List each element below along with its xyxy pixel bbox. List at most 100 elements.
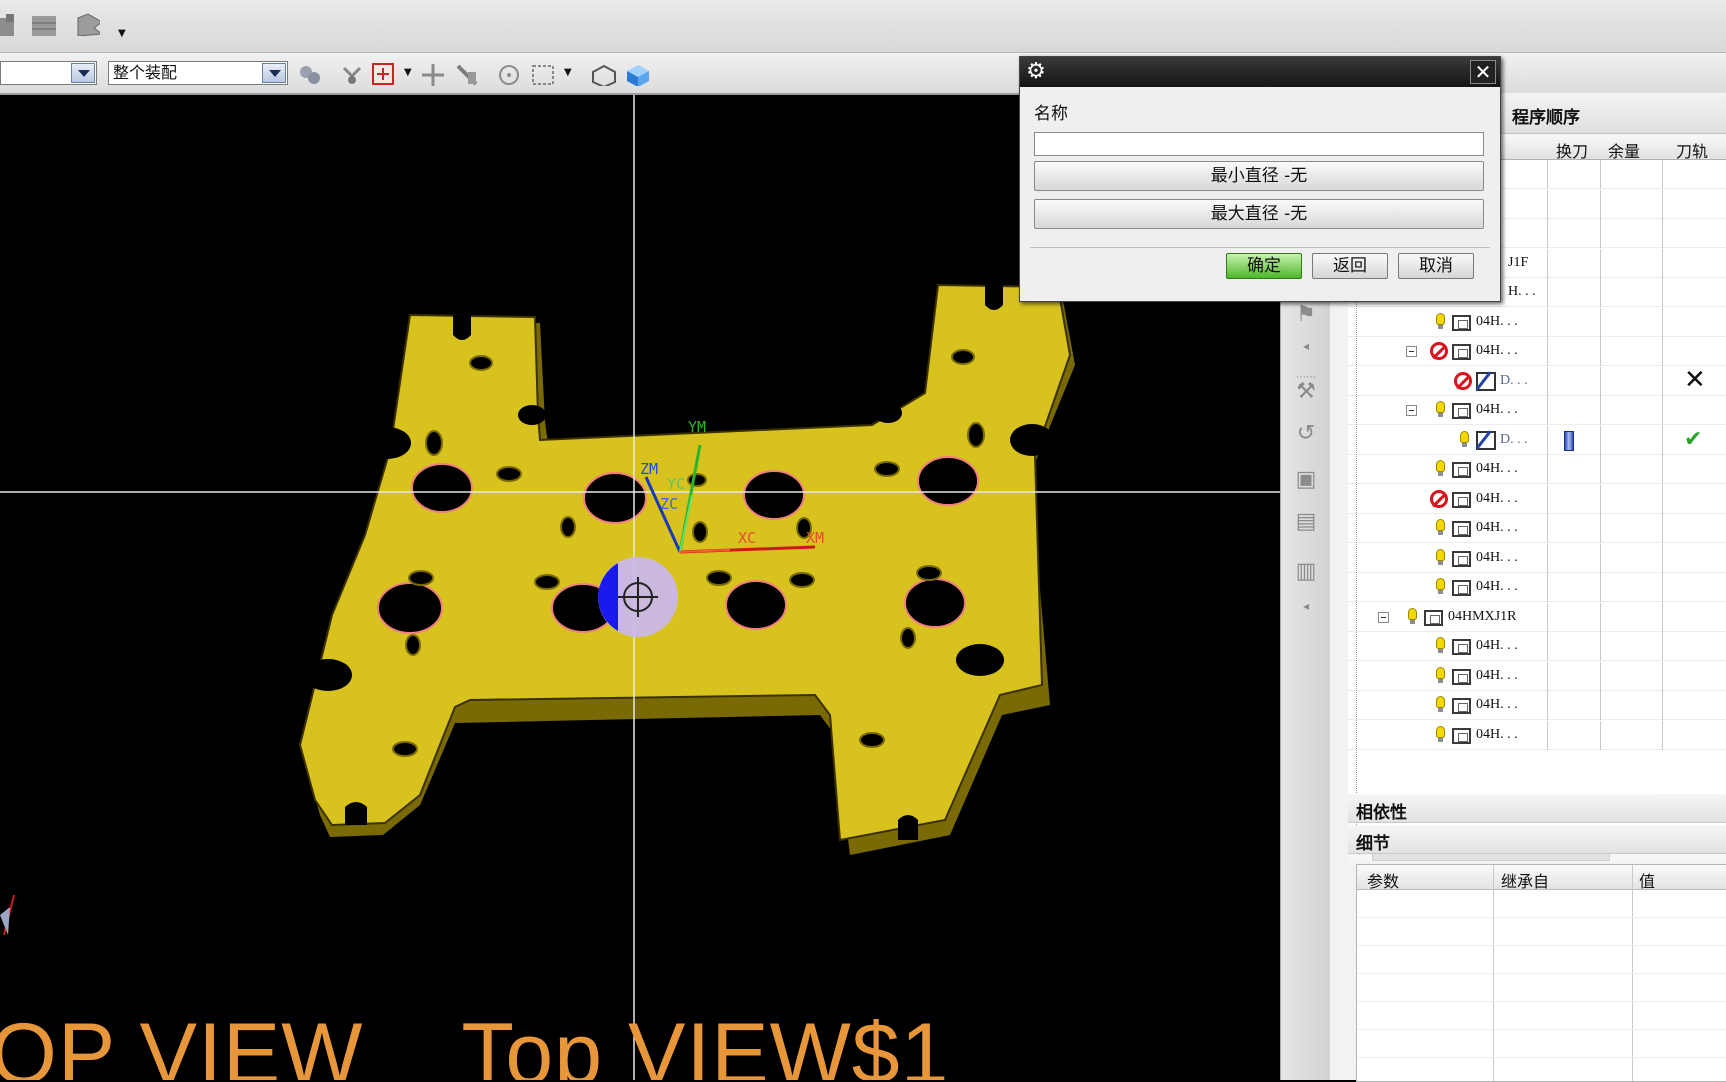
dependencies-section[interactable]: 相依性 bbox=[1348, 794, 1726, 823]
collapse-arrow-icon[interactable]: ◂ bbox=[1291, 331, 1321, 361]
program-folder-icon bbox=[1452, 698, 1471, 714]
lightbulb-status-icon bbox=[1408, 607, 1417, 625]
chevron-down-icon[interactable] bbox=[71, 63, 95, 83]
tree-row[interactable]: 04H. . . bbox=[1348, 514, 1726, 543]
column-divider bbox=[1662, 455, 1663, 484]
program-folder-icon bbox=[1452, 580, 1471, 596]
back-button[interactable]: 返回 bbox=[1312, 253, 1388, 279]
column-divider bbox=[1547, 366, 1548, 396]
assembly-icon[interactable] bbox=[30, 12, 56, 36]
box-select-icon[interactable] bbox=[530, 62, 556, 86]
axis-label-xm: XM bbox=[806, 529, 825, 547]
column-divider bbox=[1547, 632, 1548, 661]
history-icon[interactable]: ↺ bbox=[1291, 419, 1321, 449]
collapse-node-icon[interactable] bbox=[1406, 405, 1417, 416]
column-divider bbox=[1662, 514, 1663, 543]
chevron-down-icon[interactable] bbox=[262, 63, 286, 83]
column-divider bbox=[1600, 366, 1601, 396]
column-divider bbox=[1662, 632, 1663, 661]
min-diameter-button[interactable]: 最小直径 -无 bbox=[1034, 161, 1484, 191]
lightbulb-status-icon bbox=[1436, 666, 1445, 684]
toolpath-missing-icon: ✕ bbox=[1684, 364, 1706, 395]
column-stock[interactable]: 余量 bbox=[1608, 138, 1640, 162]
program-folder-icon bbox=[1452, 727, 1471, 744]
snap-point-icon[interactable] bbox=[340, 62, 366, 86]
tree-row[interactable]: 04H. . . bbox=[1348, 543, 1726, 573]
column-divider bbox=[1547, 720, 1548, 750]
column-divider bbox=[1600, 396, 1601, 425]
column-divider bbox=[1600, 661, 1601, 691]
tree-row[interactable]: 04H. . . bbox=[1348, 307, 1726, 337]
name-input[interactable] bbox=[1034, 132, 1484, 156]
operation-navigator-icon[interactable]: ⚑ bbox=[1291, 300, 1321, 330]
max-diameter-button[interactable]: 最大直径 -无 bbox=[1034, 199, 1484, 229]
column-divider bbox=[1547, 219, 1548, 248]
snap-end-icon[interactable] bbox=[420, 62, 446, 86]
ok-button[interactable]: 确定 bbox=[1226, 253, 1302, 279]
details-row bbox=[1357, 1002, 1726, 1030]
collapse-arrow-icon[interactable]: ◂ bbox=[1291, 591, 1321, 621]
program-folder-icon bbox=[1424, 609, 1443, 626]
prohibited-status-icon bbox=[1430, 489, 1448, 508]
details-col-param[interactable]: 参数 bbox=[1367, 868, 1399, 892]
program-folder-icon bbox=[1452, 550, 1471, 567]
point-constructor-icon[interactable] bbox=[370, 61, 396, 85]
details-col-inherit[interactable]: 继承自 bbox=[1501, 868, 1549, 892]
details-row bbox=[1357, 918, 1726, 946]
name-label: 名称 bbox=[1034, 104, 1068, 124]
tree-row[interactable]: 04H. . . bbox=[1348, 396, 1726, 425]
column-tool-change[interactable]: 换刀 bbox=[1556, 138, 1588, 162]
tree-row[interactable]: 04H. . . bbox=[1348, 455, 1726, 484]
tree-row[interactable]: 04HMXJ1R bbox=[1348, 602, 1726, 632]
part-icon[interactable] bbox=[0, 12, 26, 36]
column-toolpath[interactable]: 刀轨 bbox=[1676, 138, 1708, 162]
assembly-scope-combo[interactable]: 整个装配 bbox=[108, 61, 288, 85]
tree-row[interactable]: 04H. . . bbox=[1348, 691, 1726, 720]
navigator-title: 程序顺序 bbox=[1512, 108, 1580, 128]
details-label: 细节 bbox=[1356, 834, 1390, 854]
collapse-node-icon[interactable] bbox=[1378, 611, 1389, 623]
column-divider bbox=[1600, 248, 1601, 278]
dropdown-arrow-icon[interactable]: ▼ bbox=[404, 67, 412, 78]
select-by-feature-icon[interactable] bbox=[296, 62, 322, 86]
gear-icon[interactable]: ⚙ bbox=[1024, 60, 1048, 84]
tree-item-label: H. . . bbox=[1508, 284, 1536, 299]
wireframe-view-icon[interactable] bbox=[590, 62, 616, 86]
column-divider bbox=[1547, 602, 1548, 632]
program-folder-icon bbox=[1452, 462, 1471, 478]
machine-tool-icon[interactable]: ⚒ bbox=[1291, 377, 1321, 407]
lightbulb-status-icon bbox=[1436, 696, 1445, 713]
tree-row[interactable]: D. . . ✕ bbox=[1348, 364, 1726, 396]
details-table-header: 参数 继承自 值 bbox=[1357, 865, 1726, 892]
axis-label-yc: YC bbox=[667, 475, 686, 493]
tree-row[interactable]: 04H. . . bbox=[1348, 337, 1726, 366]
tree-row[interactable]: 04H. . . bbox=[1348, 484, 1726, 514]
snap-center-icon[interactable] bbox=[496, 62, 522, 86]
dialog-title-bar[interactable]: ⚙ ✕ bbox=[1020, 57, 1500, 87]
details-col-value[interactable]: 值 bbox=[1639, 868, 1655, 892]
part-navigator-icon[interactable]: ▣ bbox=[1291, 465, 1321, 495]
tree-row[interactable]: D. . . ✔ bbox=[1348, 425, 1726, 455]
tree-item-label: 04H. . . bbox=[1476, 579, 1518, 594]
dropdown-arrow-icon[interactable]: ▼ bbox=[564, 67, 572, 78]
assembly-navigator-icon[interactable]: ▤ bbox=[1291, 507, 1321, 537]
tree-row[interactable]: 04H. . . bbox=[1348, 720, 1726, 750]
column-divider bbox=[1547, 248, 1548, 278]
view-orient-icon[interactable] bbox=[74, 12, 100, 36]
details-section[interactable]: 细节 bbox=[1348, 825, 1726, 854]
column-divider bbox=[1547, 425, 1548, 455]
snap-mid-icon[interactable] bbox=[454, 62, 480, 86]
column-divider bbox=[1662, 278, 1663, 307]
tree-item-label: 04H. . . bbox=[1476, 313, 1518, 329]
tree-row[interactable]: 04H. . . bbox=[1348, 661, 1726, 691]
dropdown-arrow-icon[interactable]: ▼ bbox=[118, 28, 126, 39]
tree-row[interactable]: 04H. . . bbox=[1348, 573, 1726, 602]
column-divider bbox=[1662, 366, 1663, 396]
shaded-view-icon[interactable] bbox=[624, 62, 650, 86]
close-button[interactable]: ✕ bbox=[1470, 60, 1496, 84]
cancel-button[interactable]: 取消 bbox=[1398, 253, 1474, 279]
reuse-library-icon[interactable]: ▥ bbox=[1291, 557, 1321, 587]
tree-row[interactable]: 04H. . . bbox=[1348, 632, 1726, 661]
type-filter-combo[interactable] bbox=[0, 61, 97, 85]
collapse-node-icon[interactable] bbox=[1406, 346, 1417, 357]
